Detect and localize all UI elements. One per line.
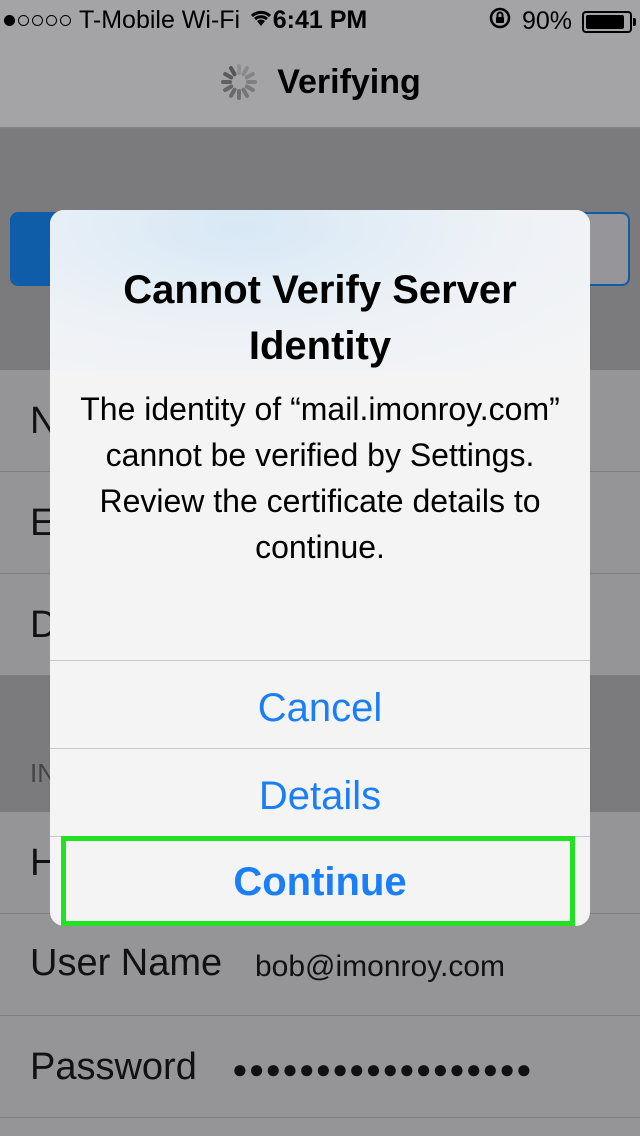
password-value: ●●●●●●●●●●●●●●●●●● (232, 1054, 533, 1084)
continue-button[interactable]: Continue (50, 838, 590, 926)
nav-title: Verifying (277, 62, 421, 101)
status-right: 90% (488, 6, 636, 37)
rotation-lock-icon (488, 6, 512, 37)
details-button[interactable]: Details (50, 752, 590, 840)
activity-spinner-icon (219, 62, 259, 102)
alert-title: Cannot Verify Server Identity (123, 268, 517, 368)
background-row-password: Password ●●●●●●●●●●●●●●●●●● (0, 1016, 640, 1118)
cancel-button[interactable]: Cancel (50, 664, 590, 752)
nav-title-group: Verifying (0, 62, 640, 102)
user-name-value: bob@imonroy.com (255, 950, 505, 983)
spinner-spoke (221, 80, 233, 84)
background-row-partial (0, 1118, 640, 1136)
alert-dialog: Cannot Verify Server Identity The identi… (50, 210, 590, 926)
alert-divider (50, 748, 590, 749)
battery-fill (586, 14, 624, 29)
password-label: Password (30, 1046, 197, 1088)
background-row-user-name: User Name bob@imonroy.com (0, 914, 640, 1016)
user-name-label: User Name (30, 942, 223, 984)
alert-message: The identity of “mail.imonroy.com” canno… (80, 391, 560, 565)
battery-percent: 90% (521, 7, 572, 35)
spinner-spoke (237, 89, 242, 100)
status-bar: T-Mobile Wi-Fi 6:41 PM 90% (0, 0, 640, 40)
alert-divider (50, 836, 590, 837)
navigation-bar: Verifying (0, 40, 640, 128)
spinner-spoke (246, 80, 258, 84)
alert-divider (50, 660, 590, 661)
battery-icon (582, 10, 636, 33)
